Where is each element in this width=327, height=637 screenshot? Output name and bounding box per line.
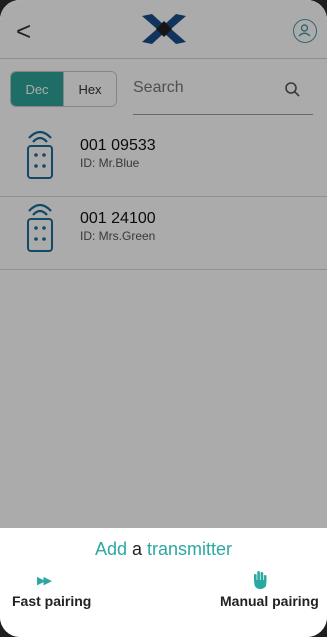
hand-icon (254, 571, 267, 589)
manual-pairing-label: Manual pairing (220, 593, 319, 609)
add-title-part: a (131, 539, 142, 559)
add-title-part: Add (94, 539, 127, 559)
add-title-part: transmitter (147, 539, 233, 559)
phone-screen: < Dec Hex Search 001 09533 ID: Mr.Blue 0… (0, 0, 327, 637)
modal-dim-overlay[interactable] (0, 0, 327, 528)
transmitter-list-screen: < Dec Hex Search 001 09533 ID: Mr.Blue 0… (0, 0, 327, 528)
fast-pairing-label: Fast pairing (12, 593, 92, 609)
add-transmitter-sheet: Add a transmitter ▶▶ Fast pairing Manual… (0, 528, 327, 637)
fast-forward-icon: ▶▶ (37, 575, 52, 587)
add-transmitter-title: Add a transmitter (0, 539, 327, 560)
